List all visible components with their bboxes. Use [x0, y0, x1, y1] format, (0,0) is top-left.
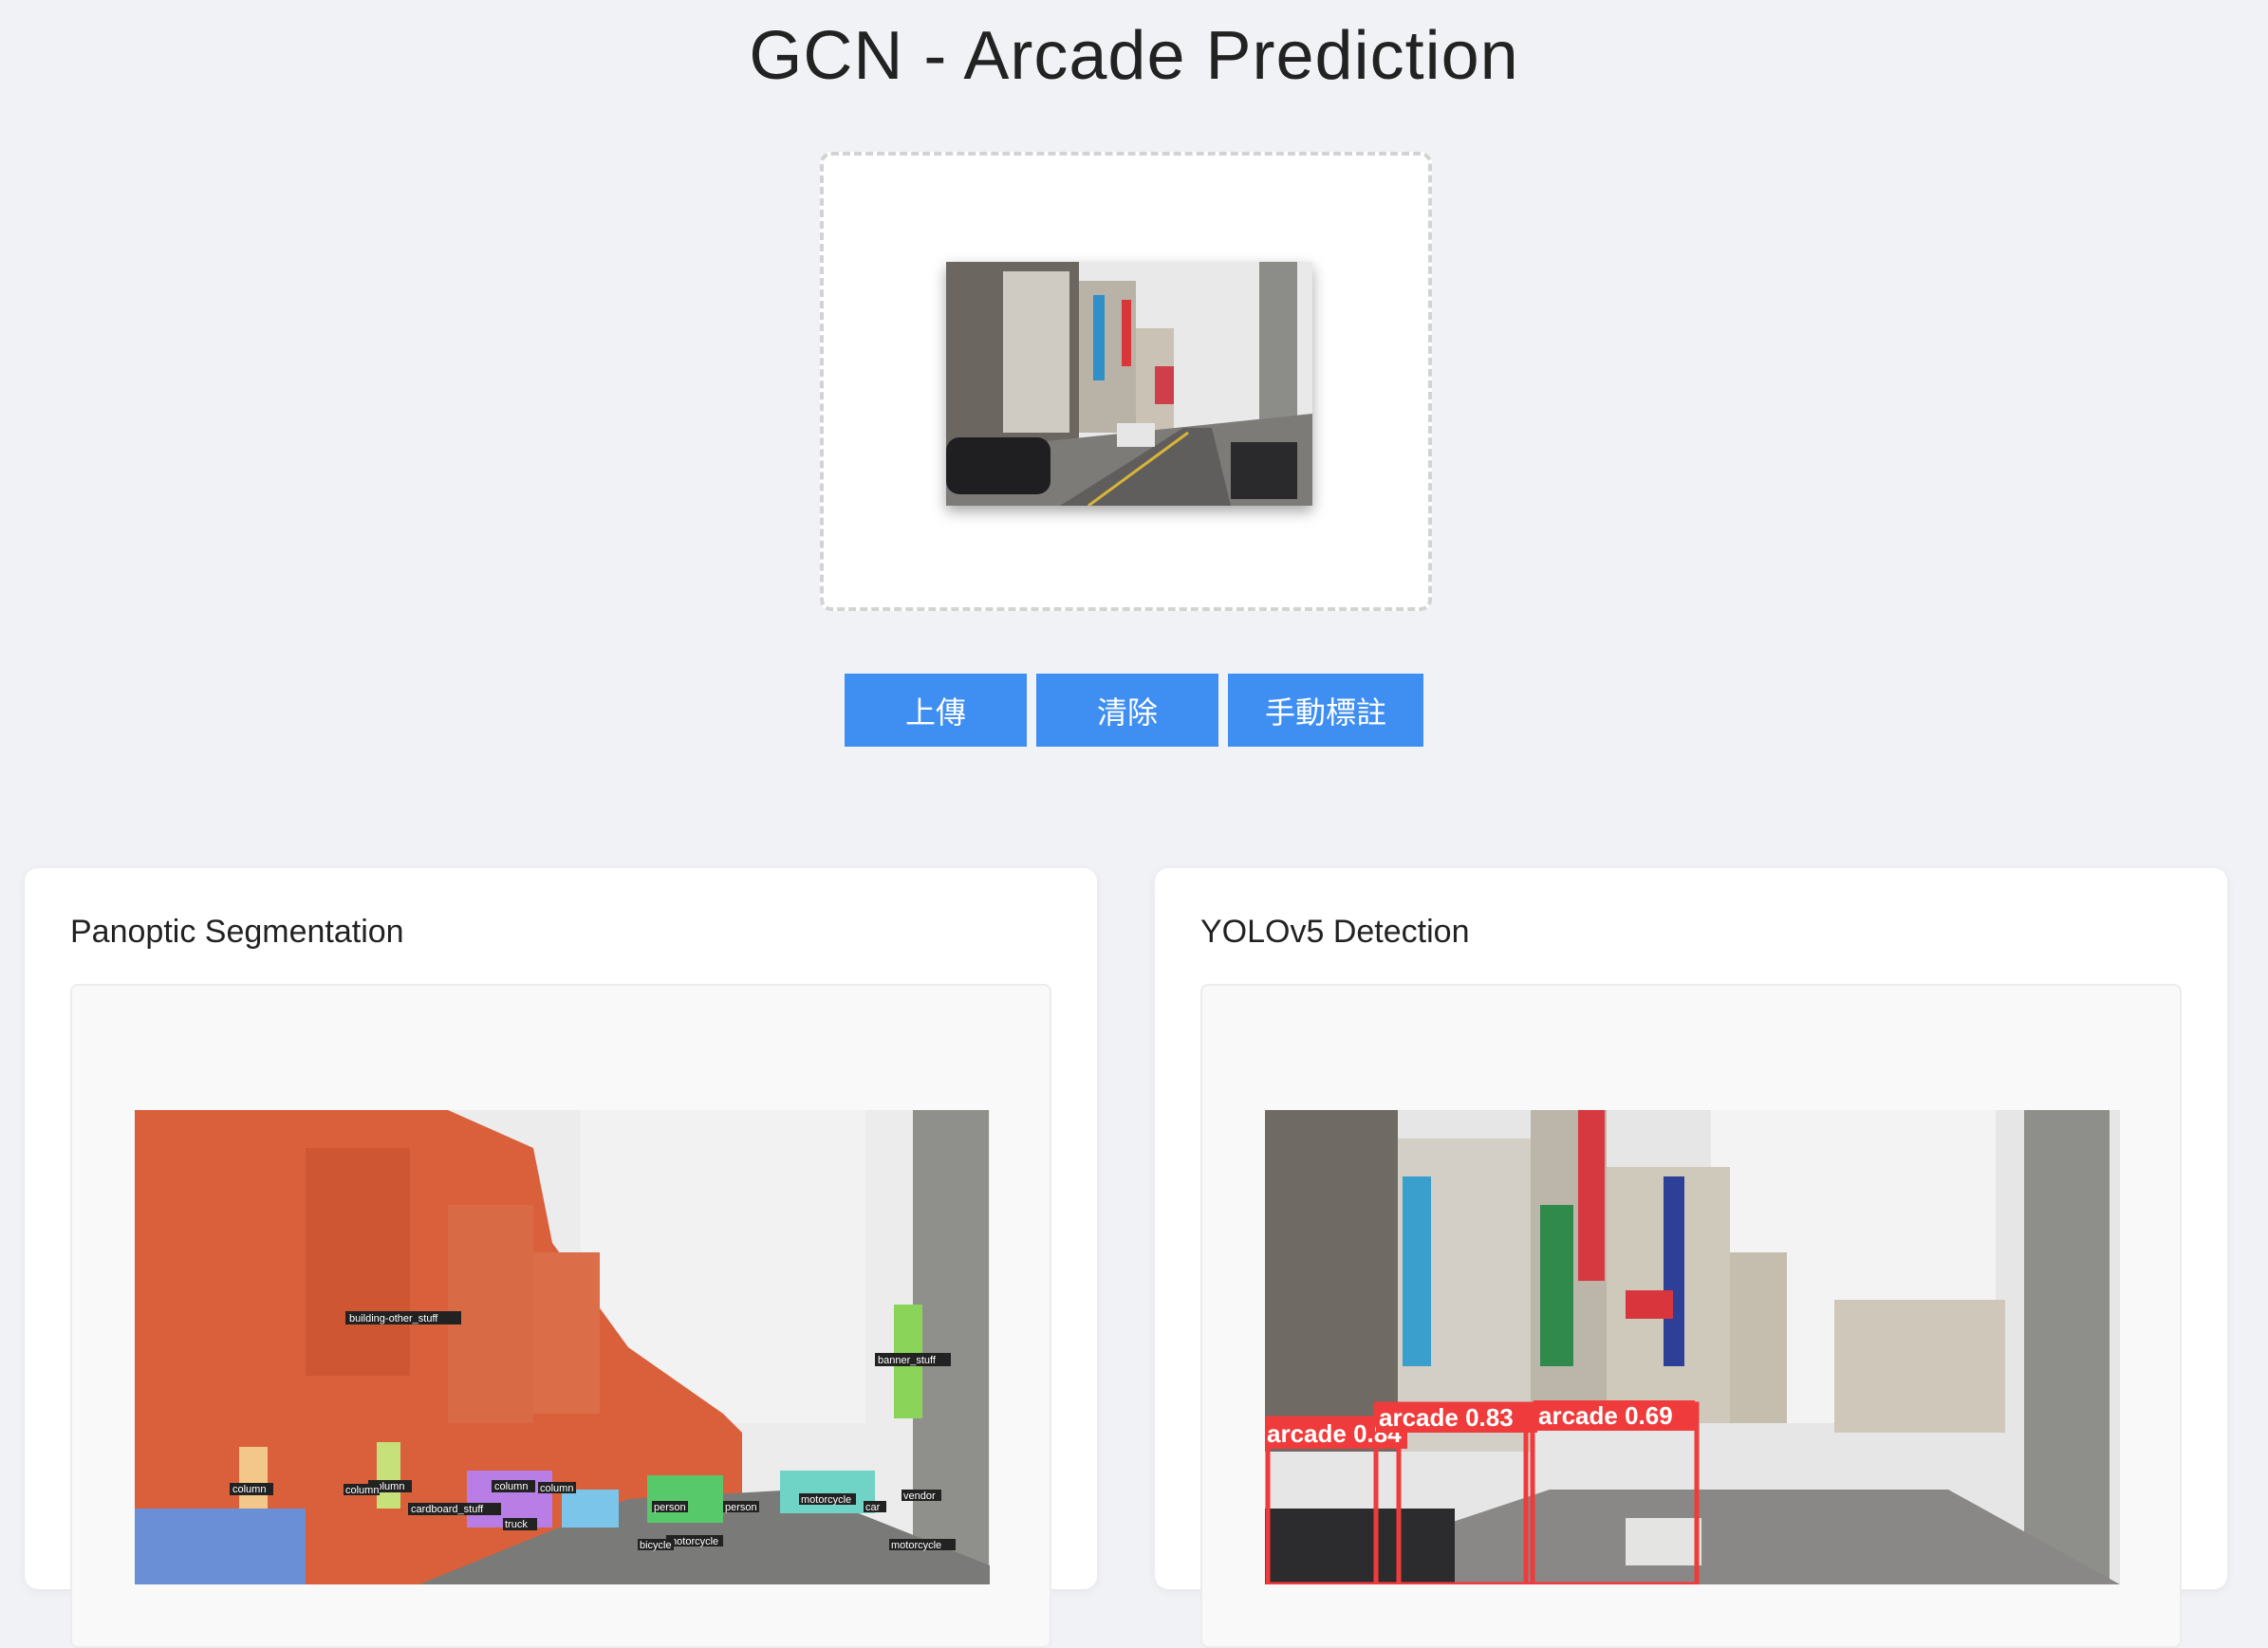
seg-label-column-4: column — [345, 1485, 379, 1496]
segmentation-image: building-other_stuff banner_stuff column… — [135, 1110, 990, 1584]
seg-label-column-3: column — [494, 1481, 528, 1492]
seg-label-column-5: column — [540, 1483, 573, 1494]
seg-label-banner: banner_stuff — [878, 1355, 937, 1366]
seg-label-truck: truck — [505, 1519, 528, 1530]
upload-dropzone[interactable] — [820, 152, 1432, 611]
seg-label-vendor: vendor — [903, 1491, 936, 1502]
seg-label-bicycle: bicycle — [640, 1540, 672, 1551]
segmentation-title: Panoptic Segmentation — [70, 914, 404, 950]
detection-image-container: arcade 0.84 arcade 0.83 arcade 0.69 — [1200, 984, 2182, 1648]
detection-label-2: arcade 0.83 — [1379, 1403, 1514, 1432]
page-title: GCN - Arcade Prediction — [749, 18, 1519, 94]
detection-label-3: arcade 0.69 — [1538, 1401, 1673, 1430]
seg-label-motorcycle-3: motorcycle — [891, 1540, 941, 1551]
clear-button[interactable]: 清除 — [1036, 674, 1218, 747]
detection-title: YOLOv5 Detection — [1200, 914, 1470, 950]
segmentation-image-container: building-other_stuff banner_stuff column… — [70, 984, 1051, 1648]
seg-label-column-1: column — [232, 1484, 266, 1495]
seg-label-car: car — [865, 1502, 881, 1513]
preview-image — [946, 262, 1312, 506]
action-buttons: 上傳 清除 手動標註 — [0, 674, 2268, 747]
seg-label-motorcycle-2: motorcycle — [668, 1536, 718, 1547]
seg-label-cardboard: cardboard_stuff — [411, 1504, 484, 1515]
detection-image: arcade 0.84 arcade 0.83 arcade 0.69 — [1265, 1110, 2120, 1584]
manual-annotate-button[interactable]: 手動標註 — [1228, 674, 1423, 747]
seg-label-person-1: person — [654, 1502, 686, 1513]
seg-label-motorcycle-1: motorcycle — [801, 1494, 851, 1506]
detection-card: YOLOv5 Detection arcade 0.84 arcade 0.83… — [1155, 868, 2227, 1648]
segmentation-card: Panoptic Segmentation building-other_stu… — [25, 868, 1097, 1648]
seg-label-building: building-other_stuff — [349, 1313, 438, 1324]
seg-label-person-2: person — [725, 1502, 757, 1513]
upload-button[interactable]: 上傳 — [845, 674, 1027, 747]
